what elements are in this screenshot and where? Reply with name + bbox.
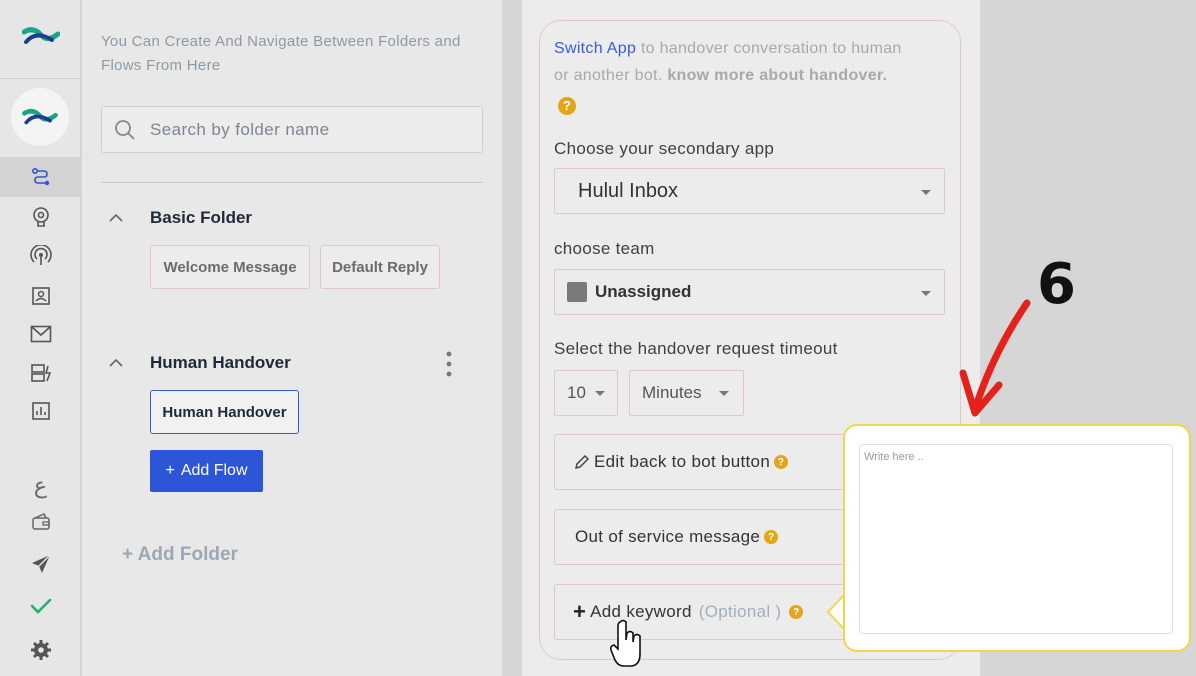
timeout-value: 10 — [567, 383, 586, 402]
hulul-logo — [22, 108, 58, 125]
flow-chip-selected[interactable]: Human Handover — [150, 390, 299, 434]
hulul-logo[interactable] — [22, 24, 60, 48]
brain-gear-icon — [32, 207, 49, 227]
plus-icon: + — [573, 599, 587, 624]
folders-intro: You Can Create And Navigate Between Fold… — [101, 33, 461, 74]
know-more-link[interactable]: know more about handover. — [667, 67, 887, 84]
keyword-textarea[interactable]: Write here .. — [859, 444, 1173, 634]
edit-back-to-bot-button[interactable]: Edit back to bot button ? — [554, 434, 874, 490]
secondary-app-label: Choose your secondary app — [554, 139, 775, 158]
folder-name: Basic Folder — [150, 208, 253, 227]
rail-item-contacts[interactable] — [0, 276, 81, 316]
team-color-swatch — [567, 282, 587, 302]
add-flow-label: Add Flow — [180, 462, 248, 479]
broadcast-icon — [29, 245, 52, 265]
add-flow-button[interactable]: + Add Flow — [150, 450, 263, 492]
team-select[interactable]: Unassigned — [554, 269, 945, 315]
wallet-icon — [31, 513, 50, 530]
team-value: Unassigned — [595, 282, 692, 301]
folder-name: Human Handover — [150, 353, 291, 372]
analytics-icon — [31, 402, 50, 420]
icon-rail: ع — [0, 0, 81, 676]
chevron-up-icon[interactable] — [108, 213, 124, 223]
edit-back-label: Edit back to bot button — [594, 452, 771, 471]
help-icon[interactable]: ? — [789, 605, 804, 619]
add-folder-button[interactable]: + Add Folder — [122, 544, 238, 566]
rail-item-settings[interactable] — [0, 630, 81, 670]
settings-icon — [30, 640, 51, 660]
rail-item-ai[interactable] — [0, 196, 81, 236]
plus-icon: + — [165, 462, 175, 479]
mail-icon — [30, 325, 51, 343]
keyword-popup: Write here .. — [843, 424, 1191, 652]
help-icon[interactable]: ? — [558, 96, 576, 115]
secondary-app-value: Hulul Inbox — [578, 179, 679, 202]
flow-chip[interactable]: Welcome Message — [150, 245, 310, 289]
check-icon — [30, 598, 51, 614]
chevron-up-icon[interactable] — [108, 358, 124, 368]
flow-icon — [31, 167, 49, 186]
step-number: 6 — [1037, 252, 1076, 317]
folders-panel: You Can Create And Navigate Between Fold… — [82, 0, 502, 676]
divider — [101, 182, 483, 183]
chevron-down-icon — [921, 291, 931, 296]
help-icon[interactable]: ? — [774, 455, 789, 469]
chevron-down-icon — [921, 190, 931, 195]
timeout-unit-select[interactable]: Minutes — [629, 370, 744, 416]
secondary-app-select[interactable]: Hulul Inbox — [554, 168, 945, 214]
hand-cursor-icon — [610, 619, 641, 667]
rail-item-mail[interactable] — [0, 314, 81, 354]
switch-app-link[interactable]: Switch App — [554, 40, 636, 57]
rail-item-wallet[interactable] — [0, 502, 81, 542]
rail-item-integrations[interactable] — [0, 353, 81, 393]
rail-item-flows[interactable] — [0, 157, 81, 197]
folder-search[interactable]: Search by folder name — [101, 106, 483, 153]
search-input[interactable]: Search by folder name — [150, 120, 329, 140]
chevron-down-icon — [719, 391, 729, 396]
chevron-down-icon — [595, 391, 605, 396]
timeout-label: Select the handover request timeout — [554, 339, 838, 358]
timeout-unit: Minutes — [642, 383, 702, 402]
panel-gap — [502, 0, 522, 676]
rail-item-broadcast[interactable] — [0, 236, 81, 276]
out-of-service-button[interactable]: Out of service message ? — [554, 509, 874, 565]
team-label: choose team — [554, 239, 655, 258]
add-keyword-optional: (Optional ) — [698, 602, 782, 621]
rail-item-analytics[interactable] — [0, 391, 81, 431]
send-icon — [31, 554, 50, 573]
folder-basic[interactable]: Basic Folder — [108, 208, 252, 228]
help-icon[interactable]: ? — [764, 530, 779, 544]
timeout-value-select[interactable]: 10 — [554, 370, 618, 416]
annotation-arrow — [959, 299, 1031, 417]
contacts-icon — [31, 287, 50, 305]
search-icon — [115, 119, 135, 140]
avatar[interactable] — [11, 88, 69, 146]
rail-divider — [0, 78, 81, 79]
flow-chip[interactable]: Default Reply — [320, 245, 440, 289]
handover-description: Switch App to handover conversation to h… — [554, 35, 914, 116]
rail-item-status[interactable] — [0, 586, 81, 626]
integrations-icon — [30, 364, 51, 382]
rail-item-send[interactable] — [0, 544, 81, 584]
pencil-icon — [574, 454, 590, 470]
folder-human-handover[interactable]: Human Handover — [108, 353, 291, 373]
out-of-service-label: Out of service message — [575, 527, 761, 546]
language-switch[interactable]: ع — [0, 466, 81, 506]
kebab-menu-icon[interactable] — [445, 351, 453, 377]
